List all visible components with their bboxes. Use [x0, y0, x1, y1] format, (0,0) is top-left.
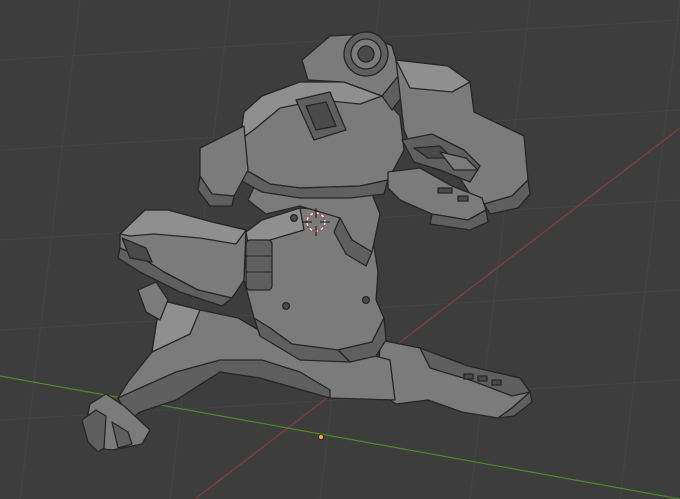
viewport-canvas[interactable] [0, 0, 680, 499]
front-arm[interactable] [117, 209, 247, 307]
jaw-snout[interactable] [387, 59, 531, 231]
robotic-dinosaur-mesh[interactable] [81, 31, 533, 453]
head[interactable] [197, 31, 405, 207]
object-origin-icon[interactable] [317, 433, 324, 440]
3d-viewport[interactable] [0, 0, 680, 499]
